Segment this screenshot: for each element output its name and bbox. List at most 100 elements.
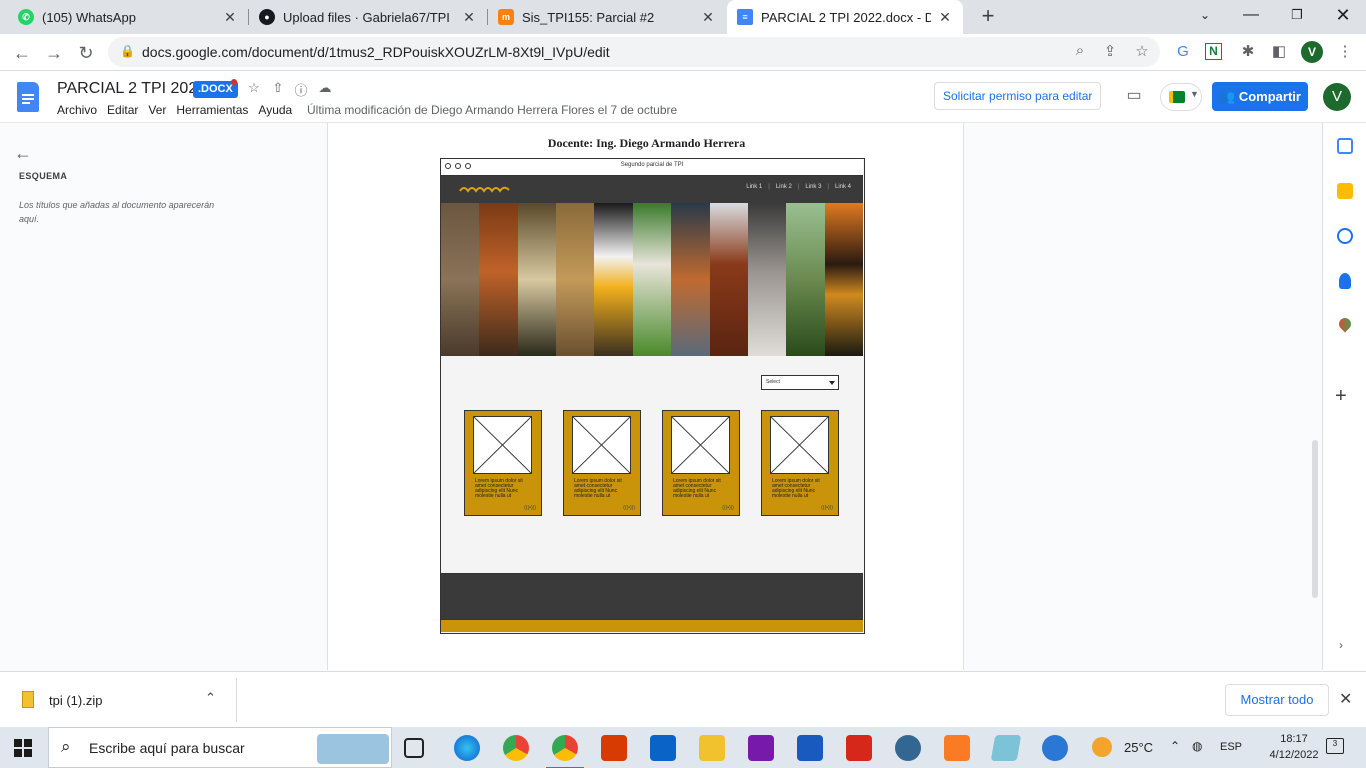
bookmark-star-icon[interactable]: ☆ [1132,42,1152,62]
close-download-bar-icon[interactable]: ✕ [1339,689,1352,709]
clock-date: 4/12/2022 [1269,749,1319,761]
mockup-card-text: Lorem ipsum dolor sit amet consectetur a… [574,478,622,499]
info-icon[interactable]: ⓘ [292,80,310,98]
show-all-button[interactable]: Mostrar todo [1225,684,1329,716]
star-icon[interactable]: ☆ [245,80,263,98]
notifications-icon[interactable]: 3 [1326,738,1344,754]
document-title[interactable]: PARCIAL 2 TPI 2022 [57,80,206,98]
translate-extension-icon[interactable]: G [1172,41,1194,63]
download-bar: tpi (1).zip ⌃ Mostrar todo ✕ [0,671,1366,727]
move-to-folder-icon[interactable]: ⇧ [269,80,287,98]
close-tab-icon[interactable]: ✕ [461,9,477,26]
user-avatar[interactable]: V [1323,83,1351,111]
cloud-status-icon[interactable]: ☁ [316,80,334,98]
docs-logo-icon[interactable] [17,82,39,112]
temperature-text[interactable]: 25°C [1124,740,1153,755]
reload-button[interactable]: ↻ [73,40,99,66]
back-button[interactable]: ← [9,40,35,66]
chrome-profile-icon[interactable] [546,735,584,768]
onenote-icon[interactable] [748,735,774,761]
zoom-icon[interactable]: ⌕ [1070,42,1090,62]
horse-photo [709,203,748,356]
fox-photo [479,203,518,356]
tab-moodle[interactable]: m Sis_TPI155: Parcial #2 ✕ [488,0,726,34]
word-icon[interactable] [797,735,823,761]
contacts-icon[interactable] [1339,273,1351,289]
acrobat-icon[interactable] [846,735,872,761]
menu-editar[interactable]: Editar [107,103,138,117]
language-indicator[interactable]: ESP [1220,741,1242,753]
help-icon[interactable] [1042,735,1068,761]
chrome-icon[interactable] [503,735,529,761]
tab-whatsapp[interactable]: ✆ (105) WhatsApp ✕ [8,0,248,34]
mail-icon[interactable] [650,735,676,761]
forward-button[interactable]: → [41,40,67,66]
mockup-select: Select [761,375,839,390]
new-tab-button[interactable]: + [976,4,1000,28]
mockup-footer-bar [441,619,863,632]
address-bar[interactable]: 🔒 docs.google.com/document/d/1tmus2_RDPo… [108,37,1160,67]
weather-icon[interactable] [1092,737,1112,757]
close-tab-icon[interactable]: ✕ [937,9,953,26]
comments-icon[interactable]: ▭ [1124,85,1144,105]
share-icon[interactable]: ⇪ [1100,42,1120,62]
windows-taskbar: ⌕ Escribe aquí para buscar 25°C ⌃ ◍ ESP … [0,727,1366,768]
meet-button[interactable]: ▼ [1160,83,1202,111]
postgresql-icon[interactable] [895,735,921,761]
add-addon-icon[interactable]: + [1335,385,1347,408]
edge-icon[interactable] [454,735,480,761]
notion-extension-icon[interactable]: N [1205,43,1222,60]
owl-photo [517,203,557,356]
tab-title: (105) WhatsApp [42,9,136,25]
minimize-button[interactable]: — [1228,0,1274,34]
document-scrollbar[interactable] [1312,440,1318,598]
task-view-icon[interactable] [404,738,424,758]
tab-github[interactable]: ● Upload files · Gabriela67/TPI ✕ [249,0,487,34]
maximize-button[interactable]: ❐ [1274,0,1320,34]
document-page[interactable]: Docente: Ing. Diego Armando Herrera Segu… [327,123,964,670]
chevron-up-icon[interactable]: ⌃ [205,690,216,706]
search-icon: ⌕ [61,737,71,756]
chevron-right-icon[interactable]: › [1339,638,1343,652]
zip-file-icon [22,691,34,708]
side-panel-icon[interactable]: ◧ [1268,41,1290,63]
calendar-icon[interactable] [1337,138,1353,154]
mockup-link: Link 2 [775,184,792,190]
menu-ver[interactable]: Ver [148,103,166,117]
windows-start-icon[interactable] [14,739,32,757]
more-menu-icon[interactable]: ⋮ [1334,41,1356,63]
request-edit-button[interactable]: Solicitar permiso para editar [934,82,1102,110]
lion-photo [556,203,595,356]
tasks-icon[interactable] [1337,228,1353,244]
browser-toolbar: ← → ↻ 🔒 docs.google.com/document/d/1tmus… [0,34,1366,71]
menu-archivo[interactable]: Archivo [57,103,97,117]
extensions-puzzle-icon[interactable]: ✱ [1237,41,1259,63]
tab-docs[interactable]: ≡ PARCIAL 2 TPI 2022.docx - Docum ✕ [727,0,963,34]
lock-icon[interactable]: 🔒 [120,44,135,58]
profile-avatar[interactable]: V [1301,41,1323,63]
chevron-up-icon[interactable]: ⌃ [1170,739,1180,753]
close-window-button[interactable]: ✕ [1320,0,1366,34]
mockup-titlebar: Segundo parcial de TPI [441,159,863,176]
file-explorer-icon[interactable] [699,735,725,761]
share-button[interactable]: 👥 Compartir [1212,82,1308,111]
keep-icon[interactable] [1337,183,1353,199]
menu-herramientas[interactable]: Herramientas [176,103,248,117]
close-tab-icon[interactable]: ✕ [700,9,716,26]
taskbar-search[interactable]: ⌕ Escribe aquí para buscar [48,727,392,768]
taskbar-clock[interactable]: 18:17 4/12/2022 [1268,731,1320,763]
search-highlight-image [317,734,389,764]
tab-search-icon[interactable]: ⌄ [1182,0,1228,34]
network-icon[interactable]: ◍ [1192,739,1202,753]
maps-icon[interactable] [1336,315,1354,333]
xampp-icon[interactable] [944,735,970,761]
office-icon[interactable] [601,735,627,761]
last-modified-link[interactable]: Última modificación de Diego Armando Her… [307,103,677,117]
close-tab-icon[interactable]: ✕ [222,9,238,26]
turtle-photo [824,203,863,356]
arrow-left-icon[interactable]: ← [14,143,32,164]
download-filename[interactable]: tpi (1).zip [49,693,102,708]
menu-ayuda[interactable]: Ayuda [258,103,292,117]
virtualbox-icon[interactable] [990,735,1022,761]
url-text[interactable]: docs.google.com/document/d/1tmus2_RDPoui… [142,44,610,60]
